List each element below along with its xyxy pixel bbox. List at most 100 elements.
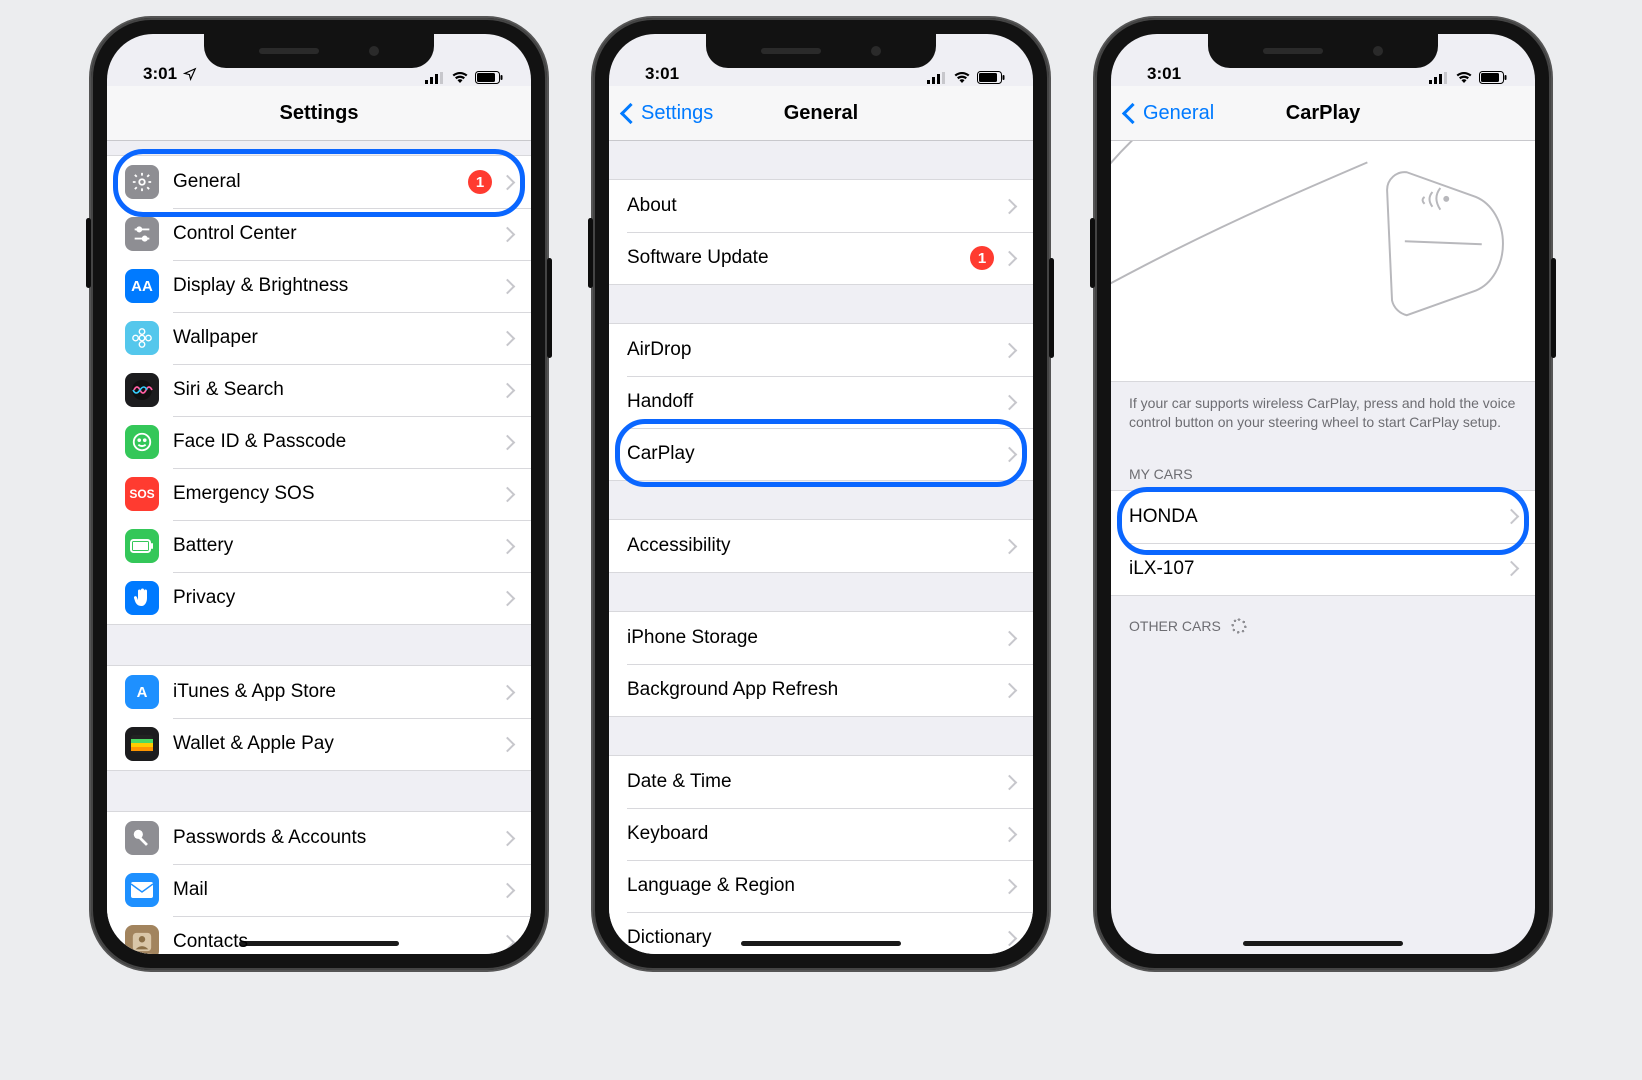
notch: [1208, 34, 1438, 68]
row-label: Emergency SOS: [173, 483, 492, 505]
settings-row-contacts[interactable]: Contacts: [107, 916, 531, 954]
settings-row-dict[interactable]: Dictionary: [609, 912, 1033, 954]
siri-icon: [125, 373, 159, 407]
status-time: 3:01: [1147, 64, 1181, 84]
settings-row-wallet[interactable]: Wallet & Apple Pay: [107, 718, 531, 770]
row-label: Battery: [173, 535, 492, 557]
chevron-right-icon: [500, 330, 516, 346]
notification-badge: 1: [468, 170, 492, 194]
chevron-right-icon: [1002, 930, 1018, 946]
row-label: AirDrop: [627, 339, 994, 361]
settings-row-faceid[interactable]: Face ID & Passcode: [107, 416, 531, 468]
carplay-scroll[interactable]: If your car supports wireless CarPlay, p…: [1111, 141, 1535, 954]
settings-row-sos[interactable]: SOS Emergency SOS: [107, 468, 531, 520]
settings-row-airdrop[interactable]: AirDrop: [609, 324, 1033, 376]
location-icon: [183, 67, 197, 81]
settings-row-kbd[interactable]: Keyboard: [609, 808, 1033, 860]
settings-row-about[interactable]: About: [609, 180, 1033, 232]
row-label: iTunes & App Store: [173, 681, 492, 703]
nav-header: General CarPlay: [1111, 86, 1535, 141]
steering-wheel-illustration: [1111, 141, 1535, 382]
status-time: 3:01: [143, 64, 177, 84]
spinner-icon: [1231, 618, 1247, 634]
chevron-right-icon: [500, 434, 516, 450]
home-indicator[interactable]: [239, 941, 399, 946]
gear-icon: [125, 165, 159, 199]
nav-title: Settings: [107, 102, 531, 125]
settings-row-display[interactable]: AA Display & Brightness: [107, 260, 531, 312]
chevron-right-icon: [500, 882, 516, 898]
settings-row-handoff[interactable]: Handoff: [609, 376, 1033, 428]
row-label: Mail: [173, 879, 492, 901]
settings-row-siri[interactable]: Siri & Search: [107, 364, 531, 416]
cellular-icon: [425, 72, 445, 84]
general-scroll[interactable]: AboutSoftware Update1 AirDrop HandoffCarP…: [609, 141, 1033, 954]
chevron-right-icon: [500, 684, 516, 700]
settings-row-storage[interactable]: iPhone Storage: [609, 612, 1033, 664]
settings-row-acc[interactable]: Accessibility: [609, 520, 1033, 572]
SOS-icon: SOS: [125, 477, 159, 511]
chevron-right-icon: [500, 486, 516, 502]
chevron-right-icon: [500, 278, 516, 294]
notch: [706, 34, 936, 68]
row-label: Wallet & Apple Pay: [173, 733, 492, 755]
nav-header: Settings: [107, 86, 531, 141]
settings-row-ilx[interactable]: iLX-107: [1111, 543, 1535, 595]
chevron-right-icon: [1002, 774, 1018, 790]
settings-row-general[interactable]: General1: [107, 156, 531, 208]
AA-icon: AA: [125, 269, 159, 303]
settings-row-itunes[interactable]: AiTunes & App Store: [107, 666, 531, 718]
status-time: 3:01: [645, 64, 679, 84]
settings-row-battery[interactable]: Battery: [107, 520, 531, 572]
key-icon: [125, 821, 159, 855]
sliders-icon: [125, 217, 159, 251]
settings-row-pw[interactable]: Passwords & Accounts: [107, 812, 531, 864]
back-button[interactable]: Settings: [609, 102, 713, 125]
chevron-right-icon: [1002, 198, 1018, 214]
face-icon: [125, 425, 159, 459]
home-indicator[interactable]: [1243, 941, 1403, 946]
row-label: Display & Brightness: [173, 275, 492, 297]
flower-icon: [125, 321, 159, 355]
row-label: Keyboard: [627, 823, 994, 845]
row-label: Siri & Search: [173, 379, 492, 401]
phone-screen: 3:01 General CarPlay: [1111, 34, 1535, 954]
battery-icon: [125, 529, 159, 563]
settings-row-bgapp[interactable]: Background App Refresh: [609, 664, 1033, 716]
settings-row-privacy[interactable]: Privacy: [107, 572, 531, 624]
row-label: Date & Time: [627, 771, 994, 793]
settings-row-mail[interactable]: Mail: [107, 864, 531, 916]
chevron-right-icon: [1504, 509, 1520, 525]
cellular-icon: [927, 72, 947, 84]
chevron-right-icon: [1002, 342, 1018, 358]
chevron-right-icon: [1002, 682, 1018, 698]
settings-row-cc[interactable]: Control Center: [107, 208, 531, 260]
row-label: iLX-107: [1129, 558, 1496, 580]
chevron-right-icon: [500, 830, 516, 846]
settings-row-wallpaper[interactable]: Wallpaper: [107, 312, 531, 364]
chevron-right-icon: [500, 226, 516, 242]
chevron-right-icon: [1504, 561, 1520, 577]
settings-scroll[interactable]: General1Control CenterAADisplay & Bright…: [107, 141, 531, 954]
phone-screen: 3:01 Setti: [107, 34, 531, 954]
settings-row-date[interactable]: Date & Time: [609, 756, 1033, 808]
othercars-header: OTHER CARS: [1111, 596, 1535, 642]
cellular-icon: [1429, 72, 1449, 84]
hand-icon: [125, 581, 159, 615]
phone-frame: 3:01 Settings General AboutSoftware Upda…: [593, 18, 1049, 970]
settings-row-carplay[interactable]: CarPlay: [609, 428, 1033, 480]
settings-row-lang[interactable]: Language & Region: [609, 860, 1033, 912]
row-label: General: [173, 171, 468, 193]
back-button[interactable]: General: [1111, 102, 1214, 125]
home-indicator[interactable]: [741, 941, 901, 946]
notch: [204, 34, 434, 68]
row-label: Passwords & Accounts: [173, 827, 492, 849]
back-label: General: [1143, 102, 1214, 125]
settings-row-swu[interactable]: Software Update1: [609, 232, 1033, 284]
chevron-right-icon: [500, 538, 516, 554]
settings-row-honda[interactable]: HONDA: [1111, 491, 1535, 543]
row-label: HONDA: [1129, 506, 1496, 528]
wifi-icon: [1455, 71, 1473, 84]
row-label: Language & Region: [627, 875, 994, 897]
row-label: Wallpaper: [173, 327, 492, 349]
